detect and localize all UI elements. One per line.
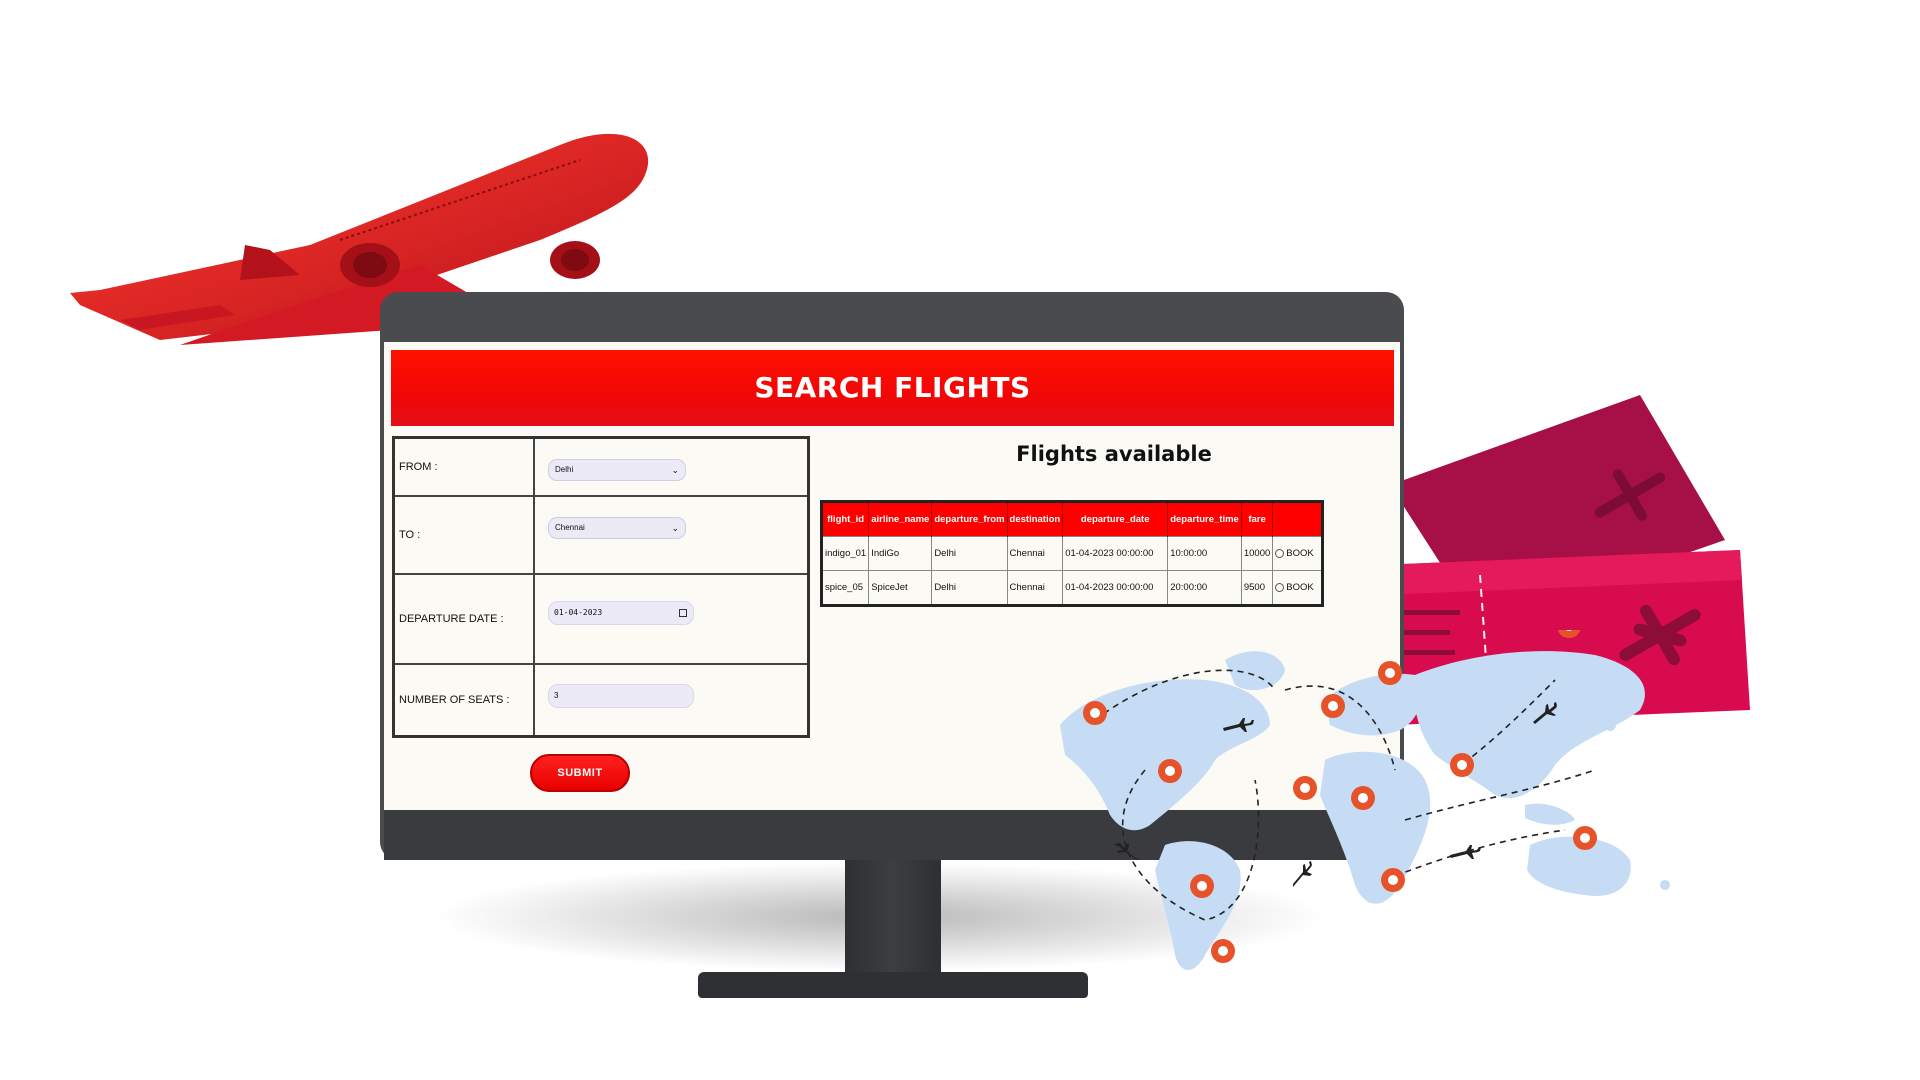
- date-label: DEPARTURE DATE :: [395, 575, 535, 663]
- cell-departure-date: 01-04-2023 00:00:00: [1062, 570, 1169, 606]
- col-departure-from: departure_from: [931, 501, 1008, 537]
- seats-row: NUMBER OF SEATS : 3: [395, 665, 807, 735]
- world-map-icon: [1060, 630, 1670, 970]
- chevron-down-icon: ⌄: [671, 523, 679, 533]
- book-label: BOOK: [1286, 548, 1314, 559]
- book-label: BOOK: [1286, 582, 1314, 593]
- book-option[interactable]: BOOK: [1272, 536, 1324, 571]
- cell-departure-time: 20:00:00: [1167, 570, 1242, 606]
- cell-departure-from: Delhi: [931, 570, 1008, 606]
- monitor-stand-neck: [845, 858, 941, 976]
- page-title: SEARCH FLIGHTS: [754, 371, 1031, 404]
- monitor-stand-base: [698, 972, 1088, 998]
- to-select-value: Chennai: [555, 523, 585, 532]
- results-title: Flights available: [1016, 442, 1212, 466]
- to-select[interactable]: Chennai ⌄: [548, 517, 686, 539]
- to-row: TO : Chennai ⌄: [395, 497, 807, 575]
- radio-icon[interactable]: [1275, 582, 1285, 592]
- cell-departure-time: 10:00:00: [1167, 536, 1242, 571]
- from-label: FROM :: [395, 439, 535, 495]
- col-destination: destination: [1007, 501, 1064, 537]
- cell-airline-name: IndiGo: [868, 536, 933, 571]
- seats-value: 3: [554, 691, 559, 700]
- col-airline-name: airline_name: [868, 501, 933, 537]
- calendar-icon[interactable]: [679, 609, 687, 617]
- table-row: indigo_01 IndiGo Delhi Chennai 01-04-202…: [821, 536, 1324, 571]
- seats-input[interactable]: 3: [548, 684, 694, 708]
- from-select-value: Delhi: [555, 465, 574, 474]
- from-select[interactable]: Delhi ⌄: [548, 459, 686, 481]
- chevron-down-icon: ⌄: [671, 465, 679, 475]
- departure-date-input[interactable]: 01-04-2023: [548, 601, 694, 625]
- submit-button[interactable]: SUBMIT: [530, 754, 630, 792]
- col-departure-time: departure_time: [1167, 501, 1242, 537]
- radio-icon[interactable]: [1275, 548, 1285, 558]
- cell-destination: Chennai: [1007, 536, 1064, 571]
- book-option[interactable]: BOOK: [1272, 570, 1324, 606]
- page-header: SEARCH FLIGHTS: [391, 350, 1394, 426]
- cell-fare: 10000: [1241, 536, 1274, 571]
- seats-label: NUMBER OF SEATS :: [395, 665, 535, 735]
- search-form: FROM : Delhi ⌄ TO : Chennai ⌄ DEPARTURE …: [392, 436, 810, 738]
- from-row: FROM : Delhi ⌄: [395, 439, 807, 497]
- col-book: [1272, 501, 1324, 537]
- table-row: spice_05 SpiceJet Delhi Chennai 01-04-20…: [821, 570, 1324, 606]
- cell-flight-id: indigo_01: [821, 536, 870, 571]
- cell-departure-from: Delhi: [931, 536, 1008, 571]
- date-row: DEPARTURE DATE : 01-04-2023: [395, 575, 807, 665]
- cell-fare: 9500: [1241, 570, 1274, 606]
- col-departure-date: departure_date: [1062, 501, 1169, 537]
- col-flight-id: flight_id: [821, 501, 870, 537]
- to-label: TO :: [395, 497, 535, 573]
- flights-table: flight_id airline_name departure_from de…: [820, 500, 1325, 607]
- cell-flight-id: spice_05: [821, 570, 870, 606]
- cell-airline-name: SpiceJet: [868, 570, 933, 606]
- cell-destination: Chennai: [1007, 570, 1064, 606]
- departure-date-value: 01-04-2023: [554, 608, 603, 617]
- col-fare: fare: [1241, 501, 1274, 537]
- table-header-row: flight_id airline_name departure_from de…: [821, 501, 1324, 537]
- cell-departure-date: 01-04-2023 00:00:00: [1062, 536, 1169, 571]
